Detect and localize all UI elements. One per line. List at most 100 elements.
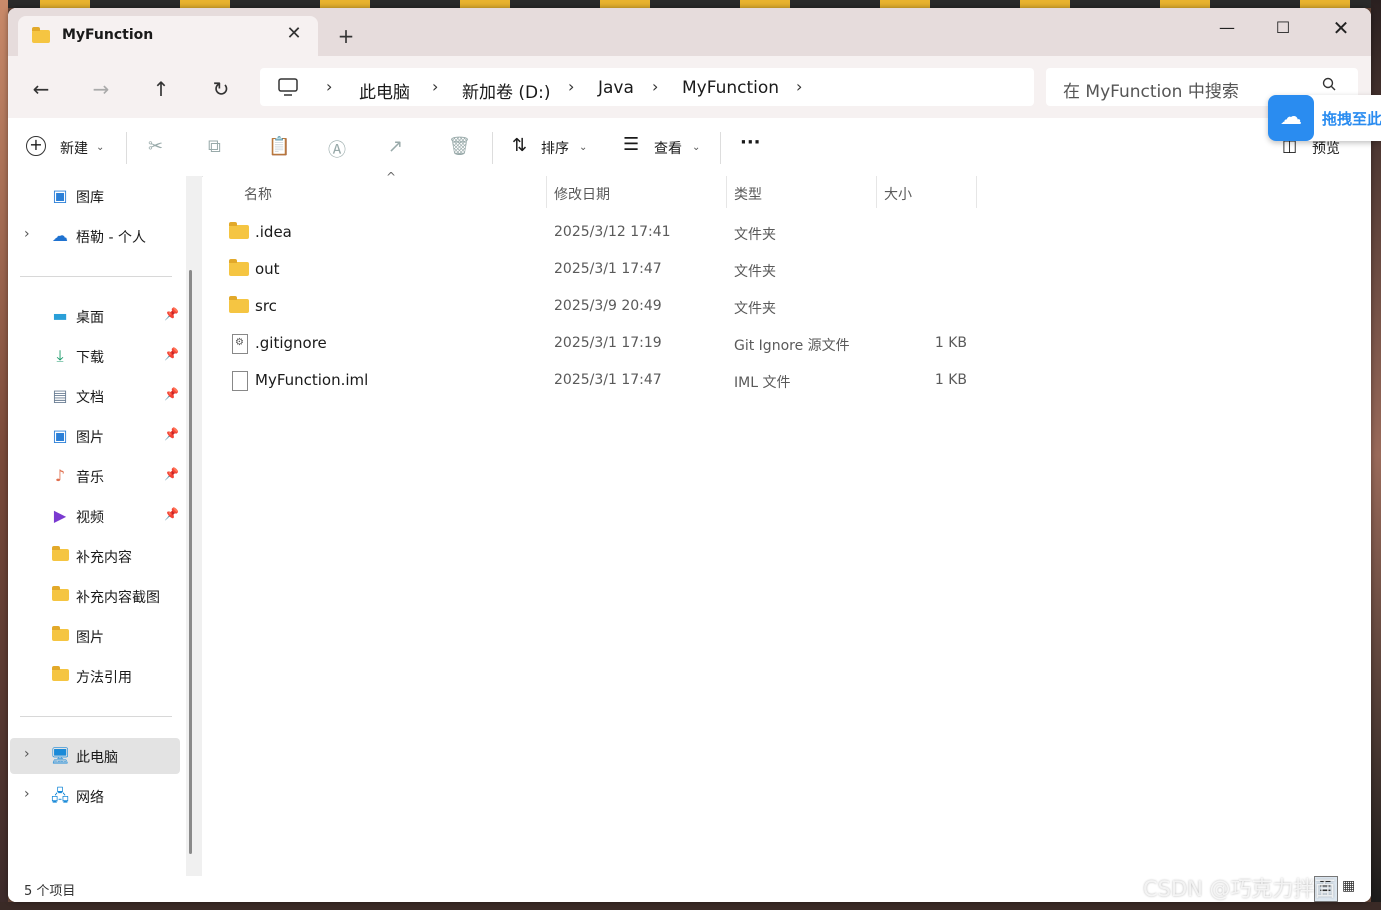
table-row[interactable]: src 2025/3/9 20:49 文件夹 [223,288,983,325]
back-button[interactable]: ← [26,74,56,104]
sidebar-item-folder-screenshots[interactable]: 补充内容截图 [10,578,180,614]
documents-icon: ▤ [52,386,68,405]
file-list: ^ 名称 修改日期 类型 大小 .idea 2025/3/12 17:41 文件… [203,170,1371,876]
pin-icon: 📌 [164,347,179,361]
sidebar-item-desktop[interactable]: ▬ 桌面 📌 [10,298,180,334]
file-type: 文件夹 [734,301,776,317]
cut-icon[interactable]: ✂ [148,136,163,157]
up-button[interactable]: ↑ [146,74,176,104]
folder-icon [229,222,249,239]
maximize-button[interactable]: ☐ [1260,12,1306,44]
table-row[interactable]: MyFunction.iml 2025/3/1 17:47 IML 文件 1 K… [223,362,983,399]
chevron-right-icon[interactable]: › [24,786,30,802]
view-button[interactable]: 查看 [654,138,682,158]
forward-button[interactable]: → [86,74,116,104]
search-input[interactable]: 在 MyFunction 中搜索 [1063,77,1239,102]
column-header-date[interactable]: 修改日期 [554,184,610,204]
sidebar-scrollbar[interactable] [189,270,192,854]
chevron-down-icon[interactable]: ⌄ [579,142,587,153]
netdisk-drop-popup[interactable]: ☁ 拖拽至此 [1268,95,1381,141]
close-window-button[interactable]: ✕ [1318,12,1364,44]
chevron-down-icon[interactable]: ⌄ [96,142,104,153]
preview-button[interactable]: 预览 [1312,138,1340,158]
copy-icon[interactable]: ⧉ [208,136,221,157]
table-row[interactable]: ⚙ .gitignore 2025/3/1 17:19 Git Ignore 源… [223,325,983,362]
rename-icon[interactable]: Ⓐ [328,136,346,162]
sidebar-item-gallery[interactable]: ▣ 图库 [10,178,180,214]
sidebar-item-folder-method-ref[interactable]: 方法引用 [10,658,180,694]
sidebar-item-folder-supplement[interactable]: 补充内容 [10,538,180,574]
onedrive-icon: ☁ [52,226,68,245]
sidebar-item-folder-pictures[interactable]: 图片 [10,618,180,654]
file-type: 文件夹 [734,264,776,280]
chevron-right-icon[interactable]: › [796,77,802,96]
sidebar-item-label: 补充内容 [76,550,132,566]
paste-icon[interactable]: 📋 [268,136,290,157]
folder-icon [52,666,69,681]
chevron-down-icon[interactable]: ⌄ [692,142,700,153]
breadcrumb-java[interactable]: Java [598,78,634,98]
sort-icon[interactable]: ⇅ [512,135,527,156]
sort-ascending-icon: ^ [386,170,397,184]
address-bar[interactable]: › 此电脑 › 新加卷 (D:) › Java › MyFunction › [260,68,1034,106]
column-divider[interactable] [876,176,877,208]
sidebar-item-this-pc[interactable]: › 🖥 此电脑 [10,738,180,774]
sidebar-item-downloads[interactable]: ⤓ 下载 📌 [10,338,180,374]
column-divider[interactable] [726,176,727,208]
folder-icon [52,586,69,601]
sidebar-item-label: 下载 [76,350,104,366]
table-row[interactable]: .idea 2025/3/12 17:41 文件夹 [223,214,983,251]
table-row[interactable]: out 2025/3/1 17:47 文件夹 [223,251,983,288]
breadcrumb-drive-d[interactable]: 新加卷 (D:) [462,78,551,103]
more-options-button[interactable]: ··· [740,132,761,153]
pin-icon: 📌 [164,507,179,521]
tab-myfunction[interactable]: MyFunction ✕ [18,16,318,56]
sidebar-item-onedrive[interactable]: › ☁ 梧勒 - 个人 [10,218,180,254]
sidebar-item-pictures[interactable]: ▣ 图片 📌 [10,418,180,454]
sidebar-item-label: 方法引用 [76,670,132,686]
sidebar-item-label: 图库 [76,190,104,206]
breadcrumb-this-pc[interactable]: 此电脑 [359,78,410,103]
close-tab-icon[interactable]: ✕ [282,22,306,46]
minimize-button[interactable]: — [1204,12,1250,44]
network-icon: 🖧 [51,786,69,805]
column-header-size[interactable]: 大小 [884,184,912,204]
sidebar-item-music[interactable]: ♪ 音乐 📌 [10,458,180,494]
sidebar-item-label: 视频 [76,510,104,526]
video-icon: ▶ [53,506,67,525]
delete-icon[interactable]: 🗑 [448,136,471,157]
pin-icon: 📌 [164,427,179,441]
sort-button[interactable]: 排序 [541,138,569,158]
file-date: 2025/3/12 17:41 [554,224,671,240]
new-button[interactable]: 新建 [60,138,88,158]
title-bar: MyFunction ✕ + — ☐ ✕ [8,8,1371,56]
folder-icon [229,259,249,276]
gallery-icon: ▣ [52,186,68,205]
breadcrumb-myfunction[interactable]: MyFunction [682,78,779,98]
settings-file-icon: ⚙ [232,334,248,354]
pictures-icon: ▣ [52,426,68,445]
chevron-right-icon[interactable]: › [432,77,438,96]
column-divider[interactable] [546,176,547,208]
sidebar-item-documents[interactable]: ▤ 文档 📌 [10,378,180,414]
computer-icon[interactable] [278,78,298,96]
column-header-name[interactable]: 名称 [244,184,272,204]
refresh-button[interactable]: ↻ [206,74,236,104]
chevron-right-icon[interactable]: › [326,77,332,96]
column-divider[interactable] [976,176,977,208]
chevron-right-icon[interactable]: › [652,77,658,96]
chevron-right-icon[interactable]: › [24,226,30,242]
new-icon[interactable]: + [26,136,46,156]
view-icon[interactable]: ☰ [623,134,639,155]
sidebar-item-network[interactable]: › 🖧 网络 [10,778,180,814]
pin-icon: 📌 [164,307,179,321]
desktop-background [0,0,1381,8]
tiles-view-button[interactable]: ▦ [1342,878,1362,898]
chevron-right-icon[interactable]: › [24,746,30,762]
sidebar-item-videos[interactable]: ▶ 视频 📌 [10,498,180,534]
chevron-right-icon[interactable]: › [568,77,574,96]
new-tab-button[interactable]: + [334,24,358,48]
column-header-type[interactable]: 类型 [734,184,762,204]
share-icon[interactable]: ↗ [388,136,403,157]
file-name: out [255,260,280,278]
